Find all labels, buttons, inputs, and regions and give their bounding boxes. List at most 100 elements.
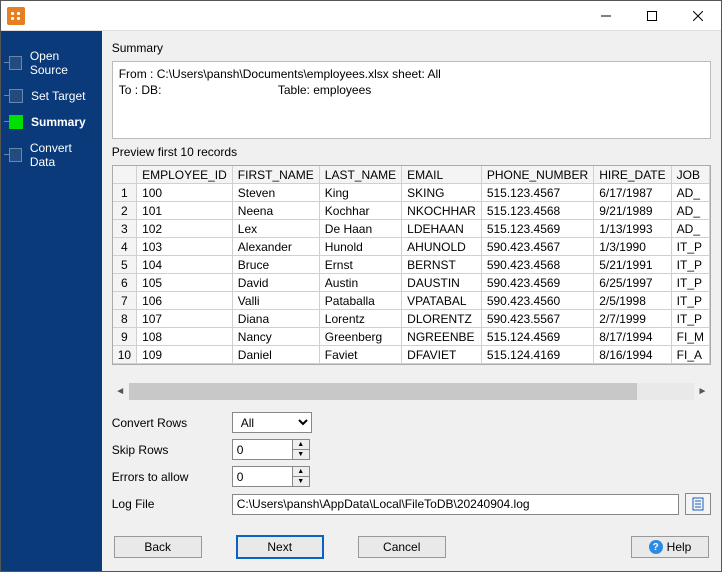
table-cell: 108 [137, 328, 233, 346]
column-header[interactable]: LAST_NAME [319, 166, 401, 184]
browse-logfile-button[interactable] [685, 493, 711, 515]
scroll-thumb[interactable] [129, 383, 638, 400]
table-row[interactable]: 7106ValliPataballaVPATABAL590.423.45602/… [113, 292, 710, 310]
table-row[interactable]: 4103AlexanderHunoldAHUNOLD590.423.45671/… [113, 238, 710, 256]
table-row[interactable]: 2101NeenaKochharNKOCHHAR515.123.45689/21… [113, 202, 710, 220]
table-cell: 104 [137, 256, 233, 274]
table-cell: FI_M [671, 328, 709, 346]
scroll-left-icon[interactable]: ◄ [112, 383, 129, 400]
table-row[interactable]: 9108NancyGreenbergNGREENBE515.124.45698/… [113, 328, 710, 346]
table-cell: 590.423.4568 [481, 256, 593, 274]
table-cell: 5/21/1991 [594, 256, 671, 274]
wizard-sidebar: Open Source Set Target Summary Convert D… [1, 31, 102, 571]
table-cell: 107 [137, 310, 233, 328]
column-header[interactable]: HIRE_DATE [594, 166, 671, 184]
step-label: Open Source [30, 49, 94, 77]
table-cell: 6/17/1987 [594, 184, 671, 202]
table-cell: NGREENBE [402, 328, 482, 346]
table-cell: Alexander [232, 238, 319, 256]
cancel-button[interactable]: Cancel [358, 536, 446, 558]
wizard-button-bar: Back Next Cancel ? Help [112, 531, 711, 565]
table-cell: Steven [232, 184, 319, 202]
column-header[interactable]: JOB [671, 166, 709, 184]
step-label: Summary [31, 115, 86, 129]
table-row[interactable]: 1100StevenKingSKING515.123.45676/17/1987… [113, 184, 710, 202]
logfile-label: Log File [112, 497, 232, 511]
table-cell: 515.124.4169 [481, 346, 593, 364]
horizontal-scrollbar[interactable]: ◄ ► [112, 383, 711, 400]
table-row[interactable]: 5104BruceErnstBERNST590.423.45685/21/199… [113, 256, 710, 274]
table-cell: 101 [137, 202, 233, 220]
table-cell: Diana [232, 310, 319, 328]
spinner-up-icon[interactable]: ▲ [293, 440, 309, 450]
maximize-button[interactable] [629, 1, 675, 31]
help-label: Help [667, 540, 692, 554]
table-cell: 590.423.4569 [481, 274, 593, 292]
table-cell: 590.423.5567 [481, 310, 593, 328]
step-box-icon [9, 115, 23, 129]
step-convert-data[interactable]: Convert Data [1, 135, 102, 175]
step-set-target[interactable]: Set Target [1, 83, 102, 109]
app-icon [7, 7, 25, 25]
table-cell: 102 [137, 220, 233, 238]
spinner-up-icon[interactable]: ▲ [293, 467, 309, 477]
table-cell: AD_ [671, 202, 709, 220]
logfile-input[interactable] [232, 494, 679, 515]
table-cell: IT_P [671, 274, 709, 292]
scroll-track[interactable] [129, 383, 694, 400]
document-icon [691, 497, 705, 511]
table-row[interactable]: 8107DianaLorentzDLORENTZ590.423.55672/7/… [113, 310, 710, 328]
table-cell: 109 [137, 346, 233, 364]
table-cell: 2/7/1999 [594, 310, 671, 328]
table-cell: Neena [232, 202, 319, 220]
table-row[interactable]: 10109DanielFavietDFAVIET515.124.41698/16… [113, 346, 710, 364]
options-form: Convert Rows All Skip Rows ▲▼ Errors to … [112, 412, 711, 515]
table-cell: AD_ [671, 184, 709, 202]
table-cell: LDEHAAN [402, 220, 482, 238]
titlebar [1, 1, 721, 31]
summary-heading: Summary [112, 41, 711, 55]
table-cell: 103 [137, 238, 233, 256]
table-cell: Bruce [232, 256, 319, 274]
content-pane: Summary From : C:\Users\pansh\Documents\… [102, 31, 721, 571]
help-icon: ? [649, 540, 663, 554]
table-cell: 6/25/1997 [594, 274, 671, 292]
table-row[interactable]: 3102LexDe HaanLDEHAAN515.123.45691/13/19… [113, 220, 710, 238]
step-open-source[interactable]: Open Source [1, 43, 102, 83]
step-label: Convert Data [30, 141, 94, 169]
table-cell: Valli [232, 292, 319, 310]
table-cell: Ernst [319, 256, 401, 274]
table-cell: King [319, 184, 401, 202]
preview-table[interactable]: EMPLOYEE_IDFIRST_NAMELAST_NAMEEMAILPHONE… [113, 166, 710, 365]
step-summary[interactable]: Summary [1, 109, 102, 135]
table-cell: 8/17/1994 [594, 328, 671, 346]
spinner-down-icon[interactable]: ▼ [293, 450, 309, 459]
back-button[interactable]: Back [114, 536, 202, 558]
errors-allow-input[interactable] [232, 466, 292, 487]
summary-textbox[interactable]: From : C:\Users\pansh\Documents\employee… [112, 61, 711, 139]
window-controls [583, 1, 721, 31]
skip-rows-input[interactable] [232, 439, 292, 460]
skip-rows-spinner[interactable]: ▲▼ [232, 439, 312, 460]
convert-rows-select[interactable]: All [232, 412, 312, 433]
minimize-button[interactable] [583, 1, 629, 31]
column-header[interactable]: FIRST_NAME [232, 166, 319, 184]
column-header[interactable]: PHONE_NUMBER [481, 166, 593, 184]
errors-allow-spinner[interactable]: ▲▼ [232, 466, 312, 487]
scroll-right-icon[interactable]: ► [694, 383, 711, 400]
next-button[interactable]: Next [236, 535, 324, 559]
table-cell: 105 [137, 274, 233, 292]
step-box-icon [9, 148, 22, 162]
spinner-down-icon[interactable]: ▼ [293, 477, 309, 486]
table-cell: 100 [137, 184, 233, 202]
table-cell: 1/3/1990 [594, 238, 671, 256]
table-cell: Kochhar [319, 202, 401, 220]
table-row[interactable]: 6105DavidAustinDAUSTIN590.423.45696/25/1… [113, 274, 710, 292]
close-button[interactable] [675, 1, 721, 31]
preview-table-container: EMPLOYEE_IDFIRST_NAMELAST_NAMEEMAILPHONE… [112, 165, 711, 365]
help-button[interactable]: ? Help [631, 536, 709, 558]
column-header[interactable]: EMPLOYEE_ID [137, 166, 233, 184]
table-cell: 9/21/1989 [594, 202, 671, 220]
column-header[interactable]: EMAIL [402, 166, 482, 184]
summary-line: From : C:\Users\pansh\Documents\employee… [119, 66, 704, 82]
